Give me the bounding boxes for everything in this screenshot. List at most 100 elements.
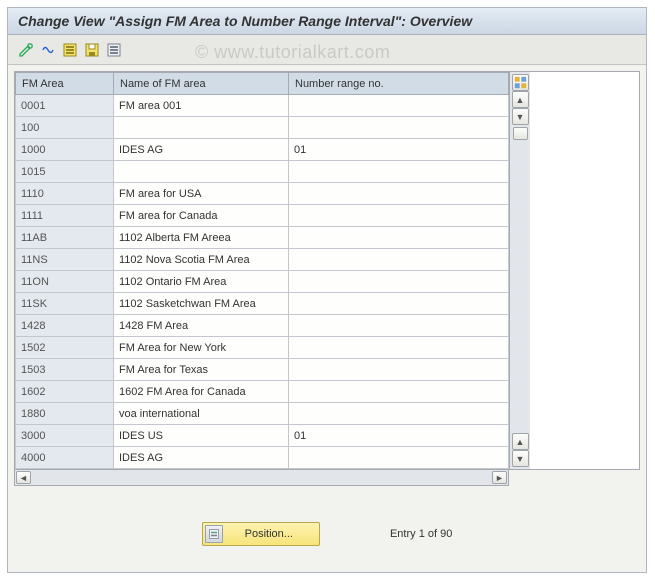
cell-number-range[interactable]: [289, 337, 509, 359]
cell-number-range[interactable]: [289, 117, 509, 139]
table-row[interactable]: 1502FM Area for New York: [16, 337, 509, 359]
cell-fm-area: 1880: [16, 403, 114, 425]
cell-name: IDES AG: [114, 447, 289, 469]
cell-fm-area: 1110: [16, 183, 114, 205]
table-row[interactable]: 1503FM Area for Texas: [16, 359, 509, 381]
change-selected-icon[interactable]: [38, 40, 58, 60]
cell-fm-area: 11ON: [16, 271, 114, 293]
cell-name: 1102 Nova Scotia FM Area: [114, 249, 289, 271]
cell-number-range[interactable]: [289, 95, 509, 117]
table-row[interactable]: 0001FM area 001: [16, 95, 509, 117]
table-row[interactable]: 16021602 FM Area for Canada: [16, 381, 509, 403]
cell-number-range[interactable]: [289, 315, 509, 337]
table-row[interactable]: 1000IDES AG01: [16, 139, 509, 161]
vertical-scrollbar: ▲ ▼ ▲ ▼: [509, 72, 530, 469]
table-row[interactable]: 1015: [16, 161, 509, 183]
application-toolbar: [8, 35, 646, 65]
save-icon[interactable]: [82, 40, 102, 60]
page-title: Change View "Assign FM Area to Number Ra…: [18, 13, 472, 29]
cell-name: [114, 117, 289, 139]
table-body: 0001FM area 0011001000IDES AG0110151110F…: [16, 95, 509, 469]
scroll-left-icon[interactable]: ◄: [16, 471, 31, 484]
cell-name: 1102 Ontario FM Area: [114, 271, 289, 293]
cell-number-range[interactable]: 01: [289, 425, 509, 447]
cell-fm-area: 100: [16, 117, 114, 139]
scroll-up-icon[interactable]: ▲: [512, 91, 529, 108]
cell-number-range[interactable]: [289, 161, 509, 183]
cell-number-range[interactable]: [289, 271, 509, 293]
table-settings-icon[interactable]: [512, 74, 529, 91]
cell-number-range[interactable]: [289, 205, 509, 227]
scroll-step-up-icon[interactable]: ▲: [512, 433, 529, 450]
cell-name: voa international: [114, 403, 289, 425]
position-icon: [205, 525, 223, 543]
cell-name: 1102 Sasketchwan FM Area: [114, 293, 289, 315]
table-row[interactable]: 1111FM area for Canada: [16, 205, 509, 227]
cell-name: 1102 Alberta FM Areea: [114, 227, 289, 249]
cell-fm-area: 1000: [16, 139, 114, 161]
sap-screen: Change View "Assign FM Area to Number Ra…: [7, 7, 647, 573]
table-row[interactable]: 11AB1102 Alberta FM Areea: [16, 227, 509, 249]
toggle-display-change-icon[interactable]: [16, 40, 36, 60]
cell-number-range[interactable]: [289, 183, 509, 205]
cell-name: IDES US: [114, 425, 289, 447]
cell-fm-area: 1502: [16, 337, 114, 359]
cell-name: FM Area for New York: [114, 337, 289, 359]
content-area: FM Area Name of FM area Number range no.…: [8, 65, 646, 572]
cell-number-range[interactable]: [289, 359, 509, 381]
table-row[interactable]: 1880voa international: [16, 403, 509, 425]
select-all-icon[interactable]: [60, 40, 80, 60]
scroll-thumb[interactable]: [513, 127, 528, 140]
cell-name: FM area for Canada: [114, 205, 289, 227]
horizontal-scrollbar: ◄ ►: [14, 470, 509, 486]
col-fm-area[interactable]: FM Area: [16, 73, 114, 95]
cell-name: 1602 FM Area for Canada: [114, 381, 289, 403]
table-row[interactable]: 11NS1102 Nova Scotia FM Area: [16, 249, 509, 271]
cell-name: FM Area for Texas: [114, 359, 289, 381]
table-row[interactable]: 100: [16, 117, 509, 139]
cell-fm-area: 1428: [16, 315, 114, 337]
cell-fm-area: 11SK: [16, 293, 114, 315]
footer-bar: Position... Entry 1 of 90: [14, 508, 640, 566]
cell-fm-area: 11AB: [16, 227, 114, 249]
table-row[interactable]: 3000IDES US01: [16, 425, 509, 447]
title-bar: Change View "Assign FM Area to Number Ra…: [8, 8, 646, 35]
cell-number-range[interactable]: [289, 293, 509, 315]
cell-number-range[interactable]: [289, 227, 509, 249]
table-row[interactable]: 4000IDES AG: [16, 447, 509, 469]
cell-fm-area: 11NS: [16, 249, 114, 271]
cell-name: FM area 001: [114, 95, 289, 117]
cell-fm-area: 1015: [16, 161, 114, 183]
cell-number-range[interactable]: [289, 403, 509, 425]
cell-name: IDES AG: [114, 139, 289, 161]
cell-fm-area: 1602: [16, 381, 114, 403]
scroll-right-icon[interactable]: ►: [492, 471, 507, 484]
cell-fm-area: 3000: [16, 425, 114, 447]
cell-name: [114, 161, 289, 183]
table-row[interactable]: 11ON1102 Ontario FM Area: [16, 271, 509, 293]
cell-fm-area: 4000: [16, 447, 114, 469]
table-control: FM Area Name of FM area Number range no.…: [14, 71, 640, 470]
table-row[interactable]: 1110FM area for USA: [16, 183, 509, 205]
cell-fm-area: 1503: [16, 359, 114, 381]
entry-count-text: Entry 1 of 90: [390, 528, 452, 540]
table-header-row: FM Area Name of FM area Number range no.: [16, 73, 509, 95]
scroll-step-down-icon[interactable]: ▼: [512, 108, 529, 125]
cell-number-range[interactable]: [289, 381, 509, 403]
cell-name: FM area for USA: [114, 183, 289, 205]
fm-area-table: FM Area Name of FM area Number range no.…: [15, 72, 509, 469]
col-nr[interactable]: Number range no.: [289, 73, 509, 95]
table-row[interactable]: 11SK1102 Sasketchwan FM Area: [16, 293, 509, 315]
cell-fm-area: 0001: [16, 95, 114, 117]
position-button[interactable]: Position...: [202, 522, 320, 546]
cell-fm-area: 1111: [16, 205, 114, 227]
cell-name: 1428 FM Area: [114, 315, 289, 337]
cell-number-range[interactable]: 01: [289, 139, 509, 161]
scroll-down-icon[interactable]: ▼: [512, 450, 529, 467]
table-row[interactable]: 14281428 FM Area: [16, 315, 509, 337]
cell-number-range[interactable]: [289, 249, 509, 271]
deselect-all-icon[interactable]: [104, 40, 124, 60]
col-name[interactable]: Name of FM area: [114, 73, 289, 95]
position-button-label: Position...: [225, 526, 317, 542]
cell-number-range[interactable]: [289, 447, 509, 469]
